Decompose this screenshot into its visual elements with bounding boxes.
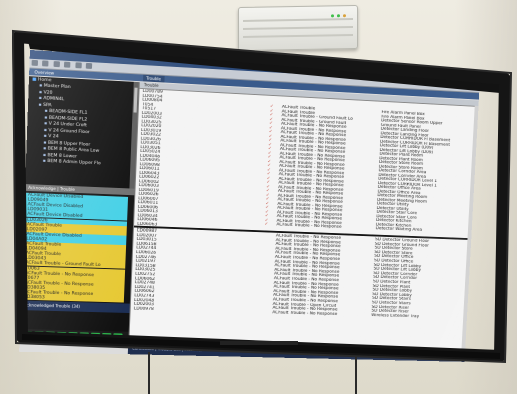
tv-bezel [11, 29, 513, 364]
power-cable [148, 352, 150, 394]
signal-cable [355, 357, 357, 394]
